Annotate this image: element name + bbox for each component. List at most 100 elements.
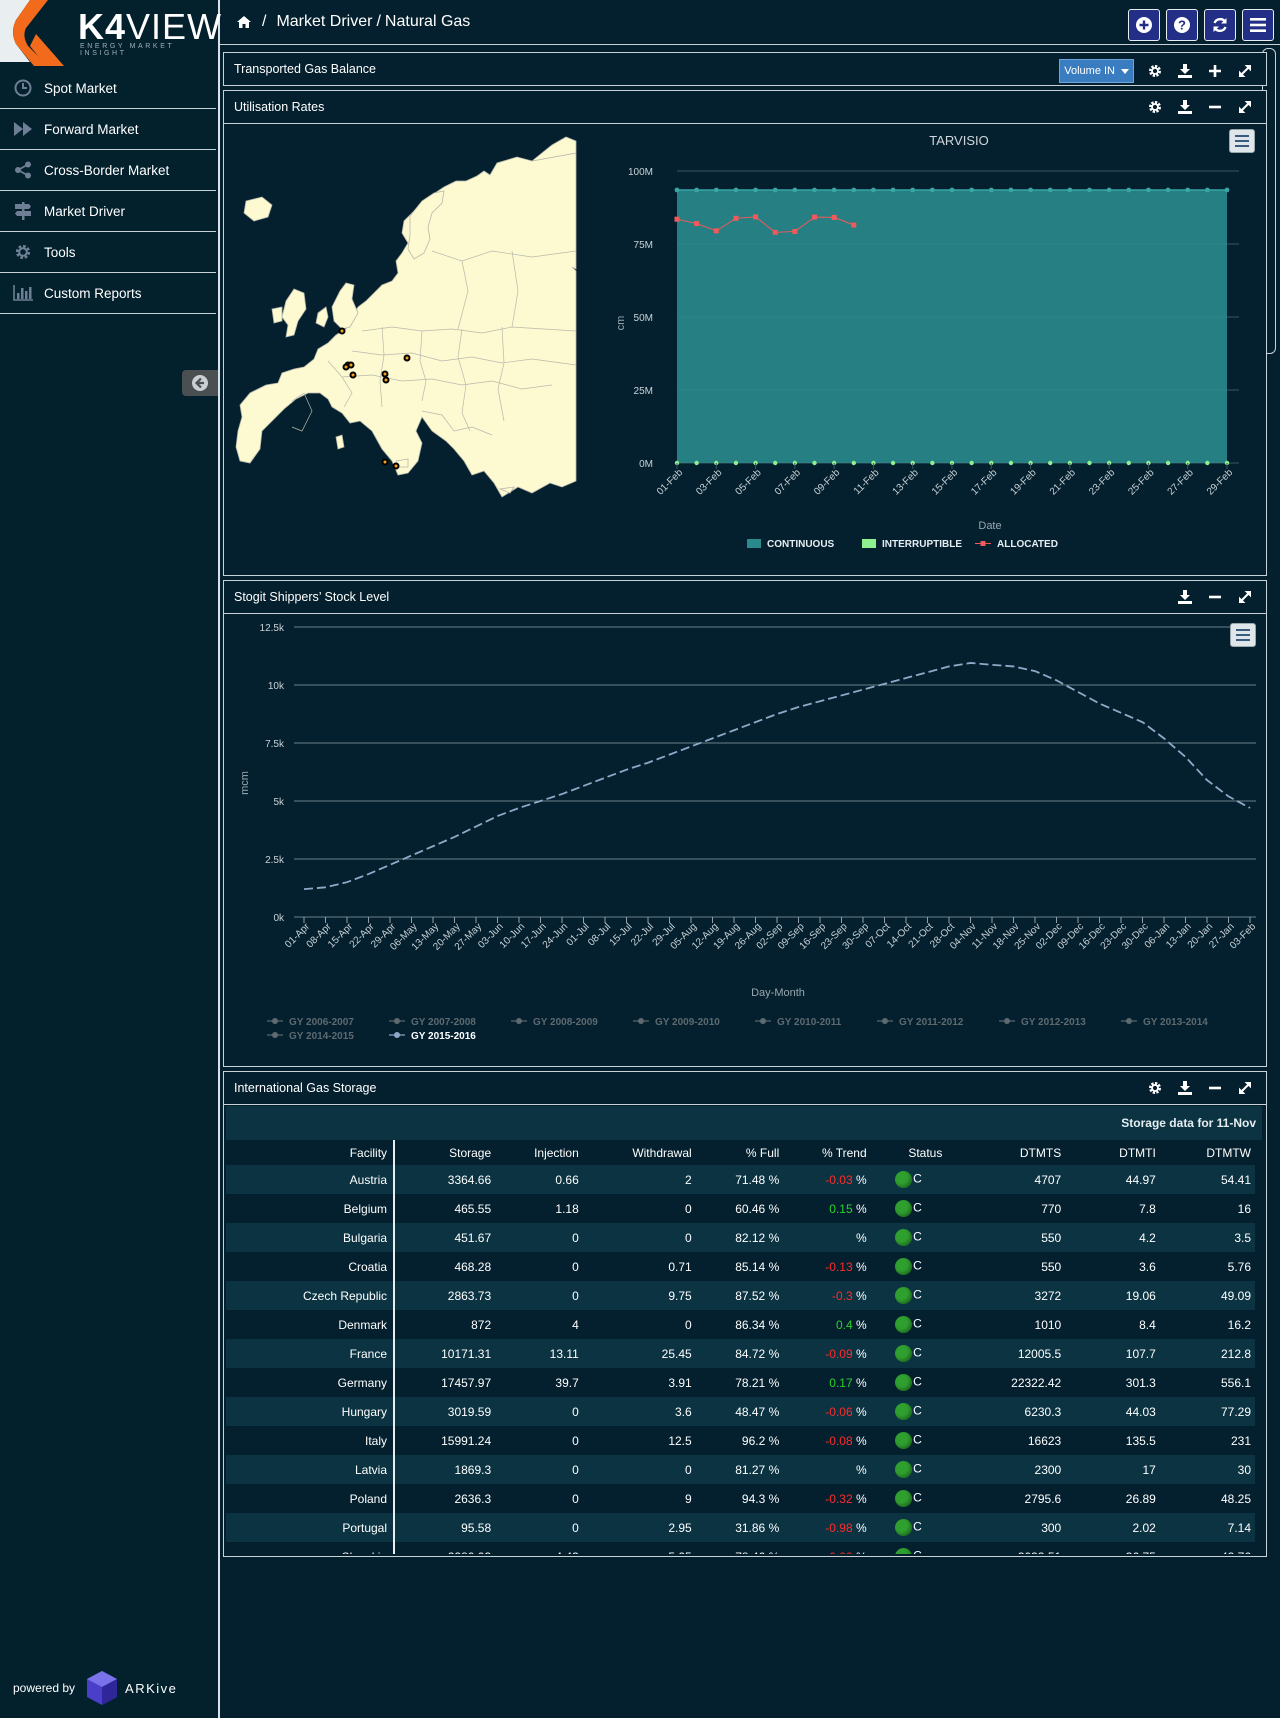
legend-item[interactable]: GY 2007-2008 <box>389 1017 476 1028</box>
collapse-button[interactable] <box>1200 587 1230 607</box>
legend-item[interactable]: INTERRUPTIBLE <box>862 539 962 550</box>
volume-selector[interactable]: Volume IN <box>1059 59 1134 83</box>
download-button[interactable] <box>1170 97 1200 117</box>
stogit-chart[interactable]: mcm Day-Month 0k2.5k5k7.5k10k12.5k 01-Ap… <box>224 613 1264 1063</box>
legend-item[interactable]: GY 2006-2007 <box>267 1017 354 1028</box>
settings-button[interactable] <box>1140 61 1170 81</box>
legend-item[interactable]: GY 2011-2012 <box>877 1017 964 1028</box>
table-row[interactable]: Denmark 872 4 0 86.34 % 0.4 % C 1010 8.4 16.2 <box>226 1310 1255 1339</box>
nav-item-custom-reports[interactable]: Custom Reports <box>0 273 216 314</box>
allocated-point <box>792 228 798 234</box>
europe-map[interactable] <box>232 131 582 511</box>
legend-item[interactable]: ALLOCATED <box>975 539 1058 550</box>
breadcrumb-section[interactable]: Market Driver <box>276 13 372 31</box>
legend-item[interactable]: GY 2013-2014 <box>1121 1017 1208 1028</box>
table-row[interactable]: France 10171.31 13.11 25.45 84.72 % -0.09 % C 1… <box>226 1339 1255 1368</box>
col-header-trend[interactable]: % Trend <box>783 1140 870 1165</box>
cell-status: C <box>870 1455 947 1484</box>
status-code: C <box>913 1461 922 1476</box>
legend-item[interactable]: GY 2014-2015 <box>267 1031 354 1042</box>
chart-menu-button[interactable] <box>1229 129 1255 153</box>
cell-dtmts: 12005.5 <box>946 1339 1066 1368</box>
download-button[interactable] <box>1170 587 1200 607</box>
help-button[interactable]: ? <box>1166 9 1198 41</box>
collapse-button[interactable] <box>1200 1078 1230 1098</box>
x-tick-label: 05-Feb <box>734 467 764 497</box>
resize-full-icon <box>1239 591 1251 603</box>
col-header-withdrawal[interactable]: Withdrawal <box>583 1140 696 1165</box>
table-row[interactable]: Italy 15991.24 0 12.5 96.2 % -0.08 % C 16623 135… <box>226 1426 1255 1455</box>
cell-storage: 2863.73 <box>394 1281 496 1310</box>
logo[interactable]: K4VIEW ENERGY MARKET INSIGHT <box>0 0 221 66</box>
download-icon <box>1178 1081 1192 1095</box>
col-header-injection[interactable]: Injection <box>495 1140 583 1165</box>
panel-tools: Volume IN <box>1059 59 1260 83</box>
status-dot-icon <box>895 1200 913 1217</box>
chart-menu-button[interactable] <box>1230 623 1256 647</box>
cell-withdrawal: 0 <box>684 1317 692 1332</box>
table-row[interactable]: Belgium 465.55 1.18 0 60.46 % 0.15 % C 770 7.8 16 <box>226 1194 1255 1223</box>
storage-table-scroll[interactable]: Storage data for 11-Nov Facility Storage… <box>226 1106 1262 1554</box>
col-header-dtmtw[interactable]: DTMTW <box>1160 1140 1255 1165</box>
col-header-dtmts[interactable]: DTMTS <box>946 1140 1065 1165</box>
legend-item[interactable]: GY 2015-2016 <box>389 1031 476 1042</box>
col-header-dtmti[interactable]: DTMTI <box>1065 1140 1160 1165</box>
cell-dtmtw: 48.25 <box>1220 1491 1251 1506</box>
table-row[interactable]: Czech Republic 2863.73 0 9.75 87.52 % -0.3 % C… <box>226 1281 1255 1310</box>
nav-item-forward-market[interactable]: Forward Market <box>0 109 216 150</box>
collapse-sidebar-button[interactable] <box>182 370 218 396</box>
legend-item[interactable]: GY 2008-2009 <box>511 1017 598 1028</box>
y-tick-label: 7.5k <box>265 739 285 750</box>
col-header-storage[interactable]: Storage <box>394 1140 495 1165</box>
home-icon[interactable] <box>236 15 252 29</box>
table-row[interactable]: Latvia 1869.3 0 0 81.27 % % C 2300 17 30 <box>226 1455 1255 1484</box>
settings-button[interactable] <box>1140 1078 1170 1098</box>
col-header-facility[interactable]: Facility <box>226 1140 396 1165</box>
collapse-button[interactable] <box>1200 97 1230 117</box>
table-row[interactable]: Portugal 95.58 0 2.95 31.86 % -0.98 % C 300 2.02… <box>226 1513 1255 1542</box>
legend-item[interactable]: GY 2010-2011 <box>755 1017 842 1028</box>
table-row[interactable]: Poland 2636.3 0 9 94.3 % -0.32 % C 2795.6 26.89 4… <box>226 1484 1255 1513</box>
nav-item-market-driver[interactable]: Market Driver <box>0 191 216 232</box>
nav-item-spot-market[interactable]: Spot Market <box>0 68 216 109</box>
tarvisio-chart[interactable]: TARVISIO cm Date 0M 25M 50M 75M 100M 01-Feb 0… <box>607 123 1247 563</box>
nav-item-cross-border-market[interactable]: Cross-Border Market <box>0 150 216 191</box>
table-row[interactable]: Slovakia2380.034.435.2578.46 %-0.02 % C 30… <box>226 1542 1255 1554</box>
plus-icon <box>1209 65 1221 77</box>
refresh-button[interactable] <box>1204 9 1236 41</box>
cell-injection: 0 <box>572 1259 579 1274</box>
add-button[interactable] <box>1128 9 1160 41</box>
cell-full: 31.86 % <box>695 1513 784 1542</box>
fullscreen-button[interactable] <box>1230 1078 1260 1098</box>
download-button[interactable] <box>1170 61 1200 81</box>
x-tick-label: 15-Feb <box>930 467 960 497</box>
table-row[interactable]: Hungary 3019.59 0 3.6 48.47 % -0.06 % C 6230.3 4… <box>226 1397 1255 1426</box>
expand-button[interactable] <box>1200 61 1230 81</box>
trend-value: -0.02 <box>825 1550 852 1555</box>
cell-full: 96.2 % <box>741 1433 780 1448</box>
cell-dtmts: 3033.51 <box>946 1542 1065 1555</box>
table-row[interactable]: Austria 3364.66 0.66 2 71.48 % -0.03 % C 4707 44… <box>226 1165 1255 1194</box>
fullscreen-button[interactable] <box>1230 61 1260 81</box>
col-header-status[interactable]: Status <box>871 1140 947 1165</box>
legend-marker <box>980 541 986 546</box>
fullscreen-button[interactable] <box>1230 587 1260 607</box>
panel-tools <box>1140 1078 1260 1098</box>
legend-item[interactable]: CONTINUOUS <box>747 539 835 550</box>
nav-item-tools[interactable]: Tools <box>0 232 216 273</box>
table-row[interactable]: Croatia 468.28 0 0.71 85.14 % -0.13 % C 550 3.6 5… <box>226 1252 1255 1281</box>
download-button[interactable] <box>1170 1078 1200 1098</box>
table-row[interactable]: Bulgaria 451.67 0 0 82.12 % % C 550 4.2 3.5 <box>226 1223 1255 1252</box>
legend-item[interactable]: GY 2009-2010 <box>633 1017 720 1028</box>
table-row[interactable]: Germany 17457.97 39.7 3.91 78.21 % 0.17 % C 223… <box>226 1368 1255 1397</box>
fullscreen-button[interactable] <box>1230 97 1260 117</box>
cell-full: 86.34 % <box>735 1317 780 1332</box>
cube-icon <box>87 1671 118 1705</box>
settings-button[interactable] <box>1140 97 1170 117</box>
status-code: C <box>913 1287 922 1302</box>
legend-item[interactable]: GY 2012-2013 <box>999 1017 1086 1028</box>
cell-injection: 0.66 <box>495 1165 583 1194</box>
cell-injection: 4.43 <box>495 1542 583 1555</box>
menu-button[interactable] <box>1242 9 1274 41</box>
col-header-full[interactable]: % Full <box>696 1140 784 1165</box>
